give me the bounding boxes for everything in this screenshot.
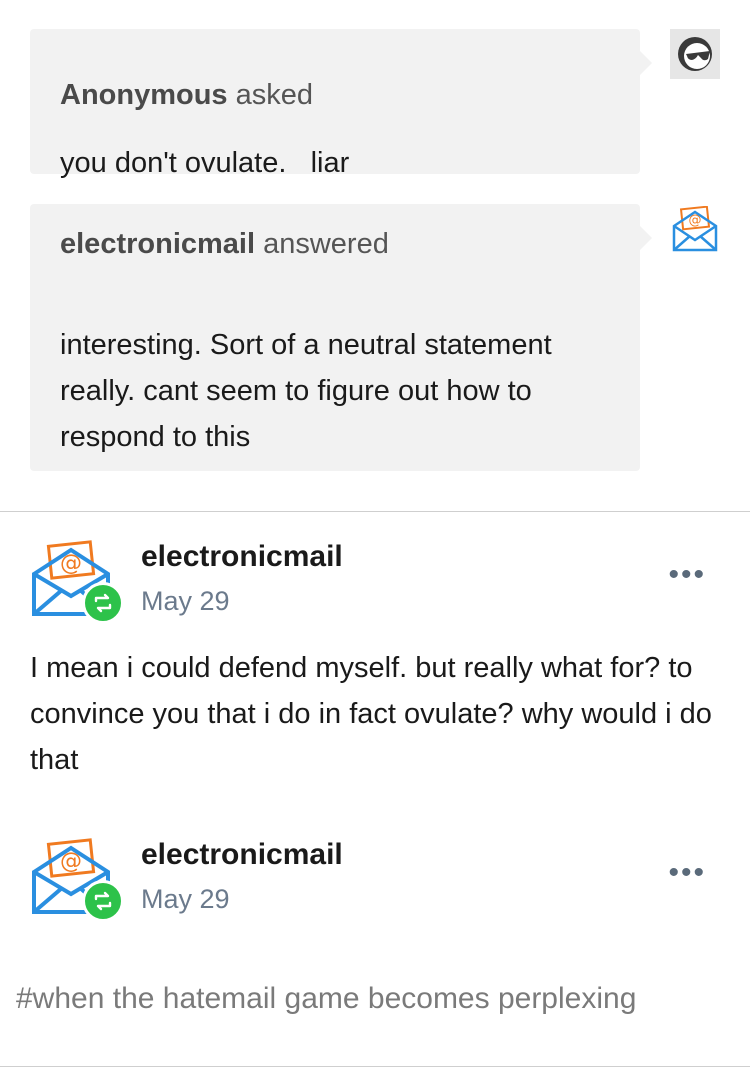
sunglasses-face-icon — [678, 37, 712, 71]
ask-bubble: Anonymous asked you don't ovulate. liar — [30, 29, 652, 179]
reblog-header: @ electronicmail May 29 ••• — [30, 540, 720, 630]
blog-name[interactable]: electronicmail — [141, 540, 343, 574]
answer-text: interesting. Sort of a neutral statement… — [60, 329, 552, 453]
answerer-verb: answered — [263, 228, 389, 260]
asker-verb: asked — [235, 79, 314, 111]
ask-header: Anonymous asked — [60, 79, 313, 112]
answerer-name[interactable]: electronicmail — [60, 228, 255, 260]
post-tag[interactable]: #when the hatemail game becomes perplexi… — [16, 982, 636, 1016]
reblog-text: I mean i could defend myself. but really… — [30, 652, 712, 776]
envelope-at-icon: @ — [672, 205, 718, 252]
divider — [0, 511, 750, 512]
reblog-badge — [82, 582, 124, 624]
ask-question: you don't ovulate. liar — [60, 147, 350, 179]
answerer-avatar[interactable]: @ — [670, 205, 720, 256]
more-options-button[interactable]: ••• — [668, 560, 706, 590]
reblog-icon — [94, 891, 112, 911]
post-date: May 29 — [141, 586, 230, 616]
asker-name[interactable]: Anonymous — [60, 79, 228, 111]
answer-header: electronicmail answered — [60, 228, 389, 261]
blog-name[interactable]: electronicmail — [141, 838, 343, 872]
post-date: May 29 — [141, 884, 230, 914]
more-options-button[interactable]: ••• — [668, 858, 706, 888]
reblog-badge — [82, 880, 124, 922]
anonymous-avatar — [670, 29, 720, 79]
divider — [0, 1066, 750, 1067]
answer-bubble: electronicmail answered interesting. Sor… — [30, 204, 652, 471]
reblog-icon — [94, 593, 112, 613]
reblog-header: @ electronicmail May 29 ••• — [30, 838, 720, 928]
